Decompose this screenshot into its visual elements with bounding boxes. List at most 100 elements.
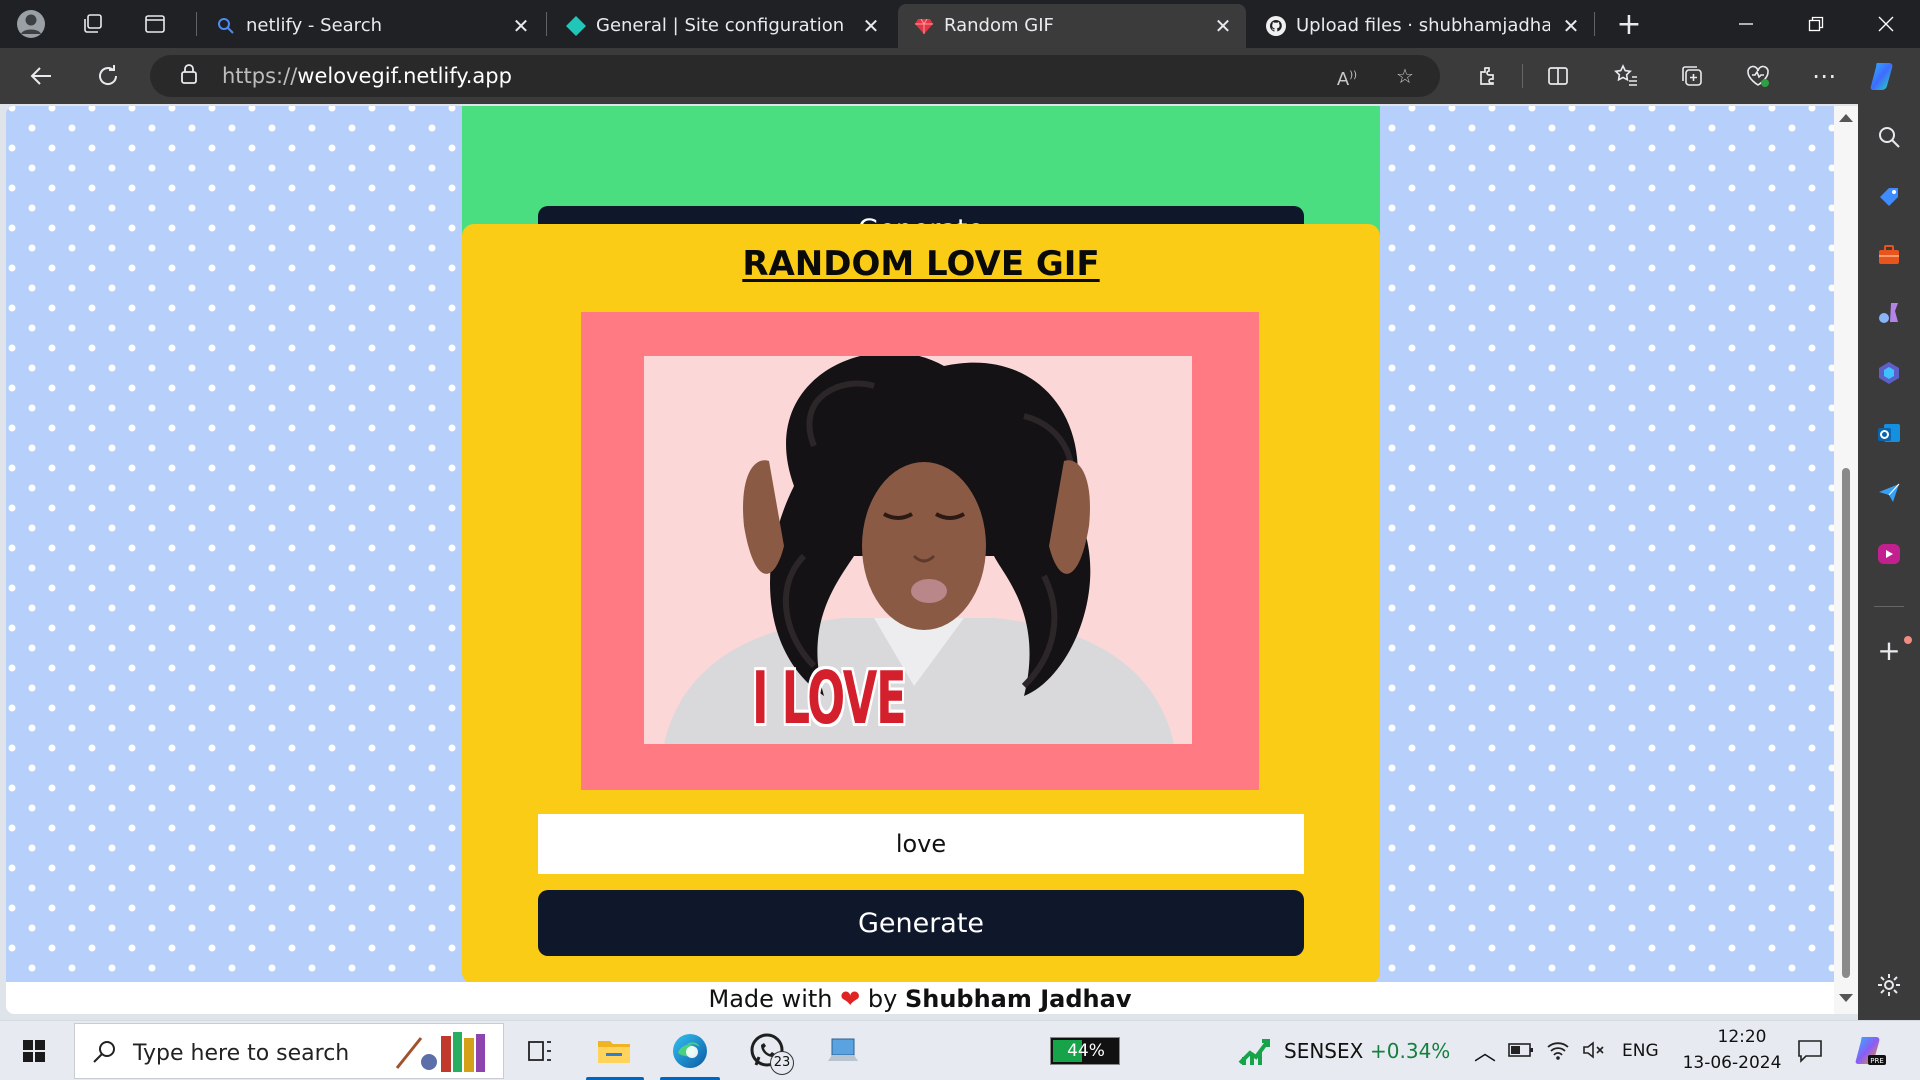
search-icon[interactable] xyxy=(1876,124,1902,150)
shopping-tag-icon[interactable] xyxy=(1876,184,1902,210)
tag-search-input[interactable] xyxy=(538,814,1304,874)
wifi-icon[interactable] xyxy=(1546,1039,1570,1061)
copilot-pre-icon[interactable]: PRE xyxy=(1852,1033,1888,1069)
github-icon xyxy=(1266,16,1286,36)
start-windows-icon[interactable] xyxy=(14,1031,54,1071)
svg-text:PRE: PRE xyxy=(1870,1057,1884,1065)
tools-icon[interactable] xyxy=(1876,242,1902,268)
edge-sidebar: + xyxy=(1858,104,1920,1020)
stock-chart-icon xyxy=(1238,1039,1270,1065)
notifications-icon[interactable] xyxy=(1796,1037,1824,1065)
scroll-up-arrow[interactable] xyxy=(1839,114,1853,122)
windows-taskbar: Type here to search 23 44% SENSEX +0.34%… xyxy=(0,1020,1920,1080)
battery-percent: 44% xyxy=(1067,1041,1105,1061)
page-scrollbar[interactable] xyxy=(1834,106,1858,1014)
tab-netlify-search[interactable]: netlify - Search ✕ xyxy=(200,4,544,48)
games-icon[interactable] xyxy=(1876,300,1902,326)
search-icon xyxy=(218,18,234,34)
gif-frame: I LOVE xyxy=(581,312,1259,790)
tab-separator xyxy=(546,12,547,36)
notification-dot xyxy=(1904,636,1912,644)
vertical-tabs-icon[interactable] xyxy=(140,9,170,39)
scroll-down-arrow[interactable] xyxy=(1839,994,1853,1002)
gif-illustration xyxy=(644,356,1192,744)
address-bar[interactable]: https://welovegif.netlify.app A)) ☆ xyxy=(150,55,1440,97)
battery-widget[interactable]: 44% xyxy=(1050,1037,1120,1065)
read-aloud-icon[interactable]: A)) xyxy=(1334,63,1360,90)
tab-title: Random GIF xyxy=(944,16,1054,36)
microsoft365-icon[interactable] xyxy=(1876,360,1902,386)
love-gif-image: I LOVE xyxy=(644,356,1192,744)
lock-icon[interactable] xyxy=(176,63,202,89)
language-indicator[interactable]: ENG xyxy=(1622,1041,1659,1061)
add-icon[interactable]: + xyxy=(1876,637,1902,665)
laptop-app-icon[interactable] xyxy=(822,1031,862,1071)
card-title: RANDOM LOVE GIF xyxy=(742,244,1100,284)
settings-gear-icon[interactable] xyxy=(1876,972,1902,998)
favorites-icon[interactable] xyxy=(1608,58,1644,94)
taskbar-search-box[interactable]: Type here to search xyxy=(74,1023,504,1079)
tab-upload-files[interactable]: Upload files · shubhamjadhav18 ✕ xyxy=(1250,4,1594,48)
whatsapp-unread-badge: 23 xyxy=(770,1051,794,1075)
generate-love-button[interactable]: Generate xyxy=(538,890,1304,956)
tab-separator xyxy=(196,12,197,36)
close-tab-icon[interactable]: ✕ xyxy=(1560,15,1582,37)
speaker-muted-icon[interactable] xyxy=(1582,1039,1606,1061)
more-options-icon[interactable]: ⋯ xyxy=(1806,58,1842,94)
browser-essentials-icon[interactable] xyxy=(1740,58,1776,94)
scroll-thumb[interactable] xyxy=(1842,468,1850,978)
taskbar-search-placeholder: Type here to search xyxy=(133,1041,350,1066)
footer-made-with: Made with xyxy=(708,985,833,1013)
close-tab-icon[interactable]: ✕ xyxy=(510,15,532,37)
task-view-icon[interactable] xyxy=(520,1031,560,1071)
close-tab-icon[interactable]: ✕ xyxy=(1212,15,1234,37)
outlook-icon[interactable] xyxy=(1876,420,1902,446)
send-icon[interactable] xyxy=(1876,480,1902,506)
collections-icon[interactable] xyxy=(1674,58,1710,94)
clock-date[interactable]: 13-06-2024 xyxy=(1672,1053,1792,1073)
tab-random-gif[interactable]: Random GIF ✕ xyxy=(898,4,1246,48)
copilot-icon[interactable] xyxy=(1866,58,1902,94)
stock-change[interactable]: +0.34% xyxy=(1370,1039,1450,1063)
close-tab-icon[interactable]: ✕ xyxy=(860,15,882,37)
gif-caption: I LOVE xyxy=(752,656,907,740)
restore-button[interactable] xyxy=(1786,0,1846,48)
battery-icon[interactable] xyxy=(1508,1041,1534,1059)
favorite-star-icon[interactable]: ☆ xyxy=(1392,63,1418,89)
workspaces-icon[interactable] xyxy=(78,9,108,39)
toolbar-separator xyxy=(1522,64,1523,88)
gem-icon xyxy=(915,18,933,34)
refresh-icon[interactable] xyxy=(90,58,126,94)
tab-title: netlify - Search xyxy=(246,16,382,36)
whatsapp-icon[interactable]: 23 xyxy=(748,1031,794,1075)
minimize-button[interactable] xyxy=(1716,0,1776,48)
file-explorer-icon[interactable] xyxy=(594,1031,634,1071)
browser-toolbar: https://welovegif.netlify.app A)) ☆ ⋯ xyxy=(0,48,1920,104)
split-screen-icon[interactable] xyxy=(1540,58,1576,94)
sidebar-separator xyxy=(1874,606,1904,607)
new-tab-button[interactable]: + xyxy=(1614,7,1644,42)
page-footer: Made with ❤ by Shubham Jadhav xyxy=(6,982,1834,1014)
books-illustration-icon xyxy=(395,1032,485,1072)
page-viewport: Generate RANDOM LOVE GIF xyxy=(6,106,1834,1014)
footer-author: Shubham Jadhav xyxy=(904,985,1132,1013)
tab-title: Upload files · shubhamjadhav18 xyxy=(1296,16,1550,36)
chevron-up-icon[interactable]: ︿ xyxy=(1474,1035,1496,1067)
back-icon[interactable] xyxy=(24,58,60,94)
tab-separator xyxy=(1594,12,1595,36)
love-gif-card: RANDOM LOVE GIF I LOVE love Generate xyxy=(462,224,1380,984)
heart-icon: ❤ xyxy=(840,985,861,1013)
tab-strip: netlify - Search ✕ General | Site config… xyxy=(0,0,1920,48)
url-text[interactable]: https://welovegif.netlify.app xyxy=(222,65,512,87)
stock-name[interactable]: SENSEX xyxy=(1284,1039,1363,1063)
tab-site-configuration[interactable]: General | Site configuration | ea ✕ xyxy=(550,4,894,48)
extensions-icon[interactable] xyxy=(1470,58,1506,94)
footer-by: by xyxy=(867,985,898,1013)
clipchamp-icon[interactable] xyxy=(1876,540,1902,566)
edge-browser-icon[interactable] xyxy=(670,1031,710,1071)
profile-icon[interactable] xyxy=(16,9,46,39)
close-window-button[interactable] xyxy=(1856,0,1916,48)
clock-time[interactable]: 12:20 xyxy=(1702,1027,1782,1047)
tab-title: General | Site configuration | ea xyxy=(596,16,850,36)
search-icon xyxy=(93,1041,115,1063)
